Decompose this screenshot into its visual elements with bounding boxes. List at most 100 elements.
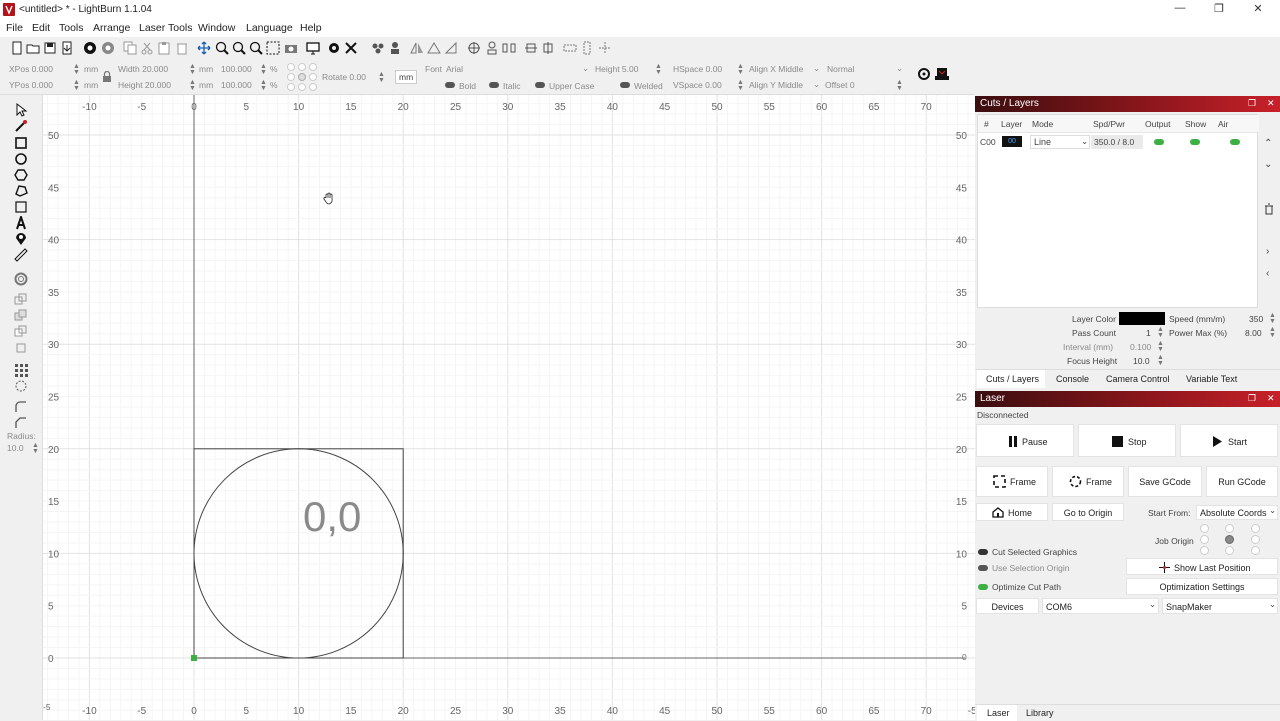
delete-layer-icon[interactable] bbox=[1264, 203, 1274, 215]
close-window-button[interactable]: ✕ bbox=[1243, 2, 1273, 18]
xpos-spinner[interactable]: ▲ ▼ bbox=[73, 63, 80, 76]
go-to-origin-button[interactable]: Go to Origin bbox=[1052, 503, 1124, 521]
layer-color-swatch[interactable] bbox=[1119, 312, 1165, 325]
pause-button[interactable]: Pause bbox=[976, 424, 1074, 457]
undo-icon[interactable] bbox=[83, 41, 97, 55]
align-x-select[interactable]: Align X Middle bbox=[749, 64, 803, 74]
anchor-point-selector[interactable] bbox=[286, 62, 318, 92]
offset-shapes-icon[interactable] bbox=[14, 272, 28, 286]
weld-icon[interactable] bbox=[14, 293, 28, 307]
lock-ratio-icon[interactable] bbox=[102, 71, 112, 83]
speed-field[interactable]: 350 bbox=[1249, 314, 1263, 324]
open-folder-icon[interactable] bbox=[26, 41, 40, 55]
zoom-fit-icon[interactable] bbox=[249, 41, 263, 55]
text-height-spinner[interactable]: ▲ ▼ bbox=[655, 63, 662, 76]
tools-icon[interactable] bbox=[344, 41, 358, 55]
tab-camera-control[interactable]: Camera Control bbox=[1106, 374, 1170, 384]
welded-toggle[interactable] bbox=[620, 82, 630, 88]
machine-select[interactable]: SnapMaker bbox=[1162, 598, 1278, 614]
canvas-grid[interactable]: -10 -5 0 5 10 15 20 25 30 35 40 45 50 55 60 65 70-10 -5 0 5… bbox=[43, 95, 975, 720]
upper-case-toggle[interactable] bbox=[535, 82, 545, 88]
frame-rect-button[interactable]: Frame bbox=[976, 466, 1048, 497]
run-gcode-button[interactable]: Run GCode bbox=[1206, 466, 1278, 497]
menu-tools[interactable]: Tools bbox=[59, 22, 84, 34]
snap-grid-icon[interactable] bbox=[598, 41, 612, 55]
undock-icon[interactable]: ❐ bbox=[1248, 98, 1256, 109]
distribute-icon[interactable] bbox=[502, 41, 516, 55]
delete-icon[interactable] bbox=[175, 41, 189, 55]
align-y-chevron-icon[interactable]: ⌄ bbox=[813, 79, 820, 90]
rotate-icon[interactable] bbox=[444, 41, 458, 55]
edit-nodes-icon[interactable] bbox=[14, 119, 28, 133]
collapse-left-icon[interactable]: ‹ bbox=[1266, 268, 1269, 279]
pass-count-field[interactable]: 1 bbox=[1146, 328, 1151, 338]
cut-icon[interactable] bbox=[140, 41, 154, 55]
layer-row[interactable]: C00 00 Line ⌄ 350.0 / 8.0 bbox=[978, 134, 1259, 150]
settings-gear-icon[interactable] bbox=[327, 41, 341, 55]
tab-library[interactable]: Library bbox=[1026, 708, 1054, 718]
italic-toggle[interactable] bbox=[489, 82, 499, 88]
frame-tool-icon[interactable] bbox=[14, 200, 28, 214]
position-laser-icon[interactable] bbox=[14, 232, 28, 246]
menu-laser-tools[interactable]: Laser Tools bbox=[139, 22, 193, 34]
font-select[interactable]: Arial bbox=[446, 64, 463, 74]
new-file-icon[interactable] bbox=[10, 41, 24, 55]
boolean-subtract-icon[interactable] bbox=[14, 325, 28, 339]
tab-laser[interactable]: Laser bbox=[977, 705, 1017, 721]
radius-field[interactable]: 10.0 bbox=[7, 443, 24, 453]
scale-height-field[interactable]: 100.000 bbox=[221, 80, 252, 90]
job-origin-tc[interactable] bbox=[1225, 524, 1234, 533]
copy-icon[interactable] bbox=[123, 41, 137, 55]
camera-icon[interactable] bbox=[284, 41, 298, 55]
width-spinner[interactable]: ▲ ▼ bbox=[189, 63, 196, 76]
text-mode-select[interactable]: Normal bbox=[827, 64, 854, 74]
ungroup-icon[interactable] bbox=[388, 41, 402, 55]
zoom-selection-icon[interactable] bbox=[266, 41, 280, 55]
ypos-spinner[interactable]: ▲ ▼ bbox=[73, 79, 80, 92]
menu-file[interactable]: File bbox=[6, 22, 23, 34]
interval-field[interactable]: 0.100 bbox=[1130, 342, 1151, 352]
show-last-position-button[interactable]: Show Last Position bbox=[1126, 558, 1278, 575]
corner-chamfer-icon[interactable] bbox=[14, 416, 28, 430]
cut-selected-toggle[interactable] bbox=[978, 549, 988, 555]
text-mode-chevron-icon[interactable]: ⌄ bbox=[896, 63, 903, 74]
interval-spinner[interactable]: ▲ ▼ bbox=[1157, 340, 1164, 353]
pass-count-spinner[interactable]: ▲ ▼ bbox=[1157, 326, 1164, 339]
layer-output-toggle[interactable] bbox=[1154, 139, 1164, 145]
measure-ruler-icon[interactable] bbox=[14, 248, 28, 262]
text-height-field[interactable]: Height 5.00 bbox=[595, 64, 638, 74]
focus-height-field[interactable]: 10.0 bbox=[1133, 356, 1150, 366]
xpos-field[interactable]: XPos 0.000 bbox=[9, 64, 53, 74]
frame-circle-button[interactable]: Frame bbox=[1052, 466, 1124, 497]
rotate-field[interactable]: Rotate 0.00 bbox=[322, 72, 366, 82]
height-spinner[interactable]: ▲ ▼ bbox=[189, 79, 196, 92]
hspace-spinner[interactable]: ▲ ▼ bbox=[737, 63, 744, 76]
save-gcode-button[interactable]: Save GCode bbox=[1128, 466, 1202, 497]
focus-height-spinner[interactable]: ▲ ▼ bbox=[1157, 354, 1164, 367]
job-origin-tr[interactable] bbox=[1251, 524, 1260, 533]
text-tool-icon[interactable] bbox=[14, 216, 28, 230]
sync-icon[interactable] bbox=[917, 67, 931, 81]
job-origin-mc[interactable] bbox=[1225, 535, 1234, 544]
grid-array-icon[interactable] bbox=[14, 363, 28, 377]
offset-field[interactable]: Offset 0 bbox=[825, 80, 855, 90]
units-toggle[interactable]: mm bbox=[395, 70, 418, 84]
layer-row-color-swatch[interactable]: 00 bbox=[1002, 136, 1022, 147]
power-max-spinner[interactable]: ▲ ▼ bbox=[1269, 326, 1276, 339]
align-x-chevron-icon[interactable]: ⌄ bbox=[813, 63, 820, 74]
boolean-union-icon[interactable] bbox=[14, 309, 28, 323]
polygon-tool-icon[interactable] bbox=[14, 168, 28, 182]
bold-toggle[interactable] bbox=[445, 82, 455, 88]
minimize-button[interactable]: — bbox=[1165, 2, 1195, 18]
menu-edit[interactable]: Edit bbox=[32, 22, 50, 34]
tab-cuts-layers[interactable]: Cuts / Layers bbox=[977, 370, 1045, 388]
rotate-spinner[interactable]: ▲ ▼ bbox=[378, 71, 385, 84]
job-origin-bc[interactable] bbox=[1225, 546, 1234, 555]
scale-h-spinner[interactable]: ▲ ▼ bbox=[260, 79, 267, 92]
align-vertical-icon[interactable] bbox=[541, 41, 555, 55]
port-select[interactable]: COM6 bbox=[1042, 598, 1159, 614]
align-middle-icon[interactable] bbox=[524, 41, 538, 55]
tab-variable-text[interactable]: Variable Text bbox=[1186, 374, 1237, 384]
group-icon[interactable] bbox=[371, 41, 385, 55]
start-from-select[interactable]: Absolute Coords bbox=[1196, 505, 1278, 520]
